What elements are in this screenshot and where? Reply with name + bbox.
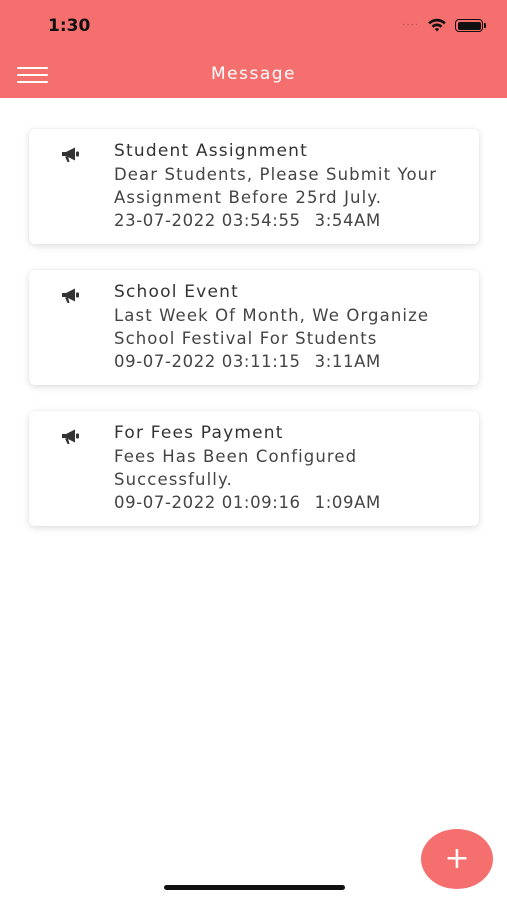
message-body: Fees Has Been Configured Successfully. — [114, 447, 358, 489]
app-header: 1:30 ···· Message — [0, 0, 507, 98]
message-time: 3:54AM — [314, 211, 381, 230]
page-title: Message — [210, 64, 296, 84]
message-timestamp: 23-07-2022 03:54:55 3:54AM — [114, 209, 469, 232]
message-time: 3:11AM — [314, 352, 381, 371]
battery-icon — [455, 19, 486, 32]
message-title: For Fees Payment — [114, 423, 284, 443]
message-body: Dear Students, Please Submit Your Assign… — [114, 165, 438, 207]
wifi-icon — [428, 18, 446, 32]
message-title: Student Assignment — [114, 141, 309, 161]
message-card-student-assignment[interactable]: Student Assignment Dear Students, Please… — [29, 129, 479, 244]
add-message-button[interactable]: + — [421, 829, 493, 889]
message-datetime: 09-07-2022 01:09:16 — [114, 493, 301, 512]
plus-icon: + — [444, 841, 470, 876]
message-list: Student Assignment Dear Students, Please… — [29, 129, 479, 552]
message-timestamp: 09-07-2022 03:11:15 3:11AM — [114, 350, 469, 373]
status-bar-time: 1:30 — [48, 16, 91, 36]
message-datetime: 23-07-2022 03:54:55 — [114, 211, 301, 230]
message-timestamp: 09-07-2022 01:09:16 1:09AM — [114, 491, 469, 514]
message-body: Last Week Of Month, We Organize School F… — [114, 306, 430, 348]
message-datetime: 09-07-2022 03:11:15 — [114, 352, 301, 371]
message-card-fees-payment[interactable]: For Fees Payment Fees Has Been Configure… — [29, 411, 479, 526]
message-title: School Event — [114, 282, 239, 302]
message-card-school-event[interactable]: School Event Last Week Of Month, We Orga… — [29, 270, 479, 385]
signal-icon: ···· — [402, 20, 419, 31]
home-indicator[interactable] — [164, 885, 345, 890]
megaphone-icon — [62, 429, 79, 444]
megaphone-icon — [62, 147, 79, 162]
message-screen: 1:30 ···· Message Student Assignment Dea… — [0, 0, 507, 900]
status-bar-icons: ···· — [402, 18, 486, 33]
message-time: 1:09AM — [314, 493, 381, 512]
megaphone-icon — [62, 288, 79, 303]
